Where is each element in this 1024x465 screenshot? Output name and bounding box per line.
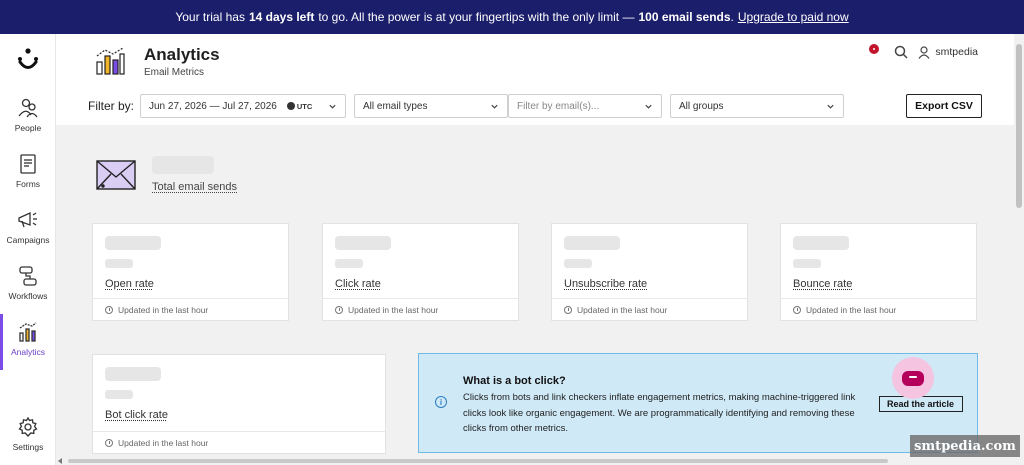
metric-footer: Updated in the last hour — [323, 298, 518, 320]
filter-label: Filter by: — [88, 99, 135, 113]
metric-footer: Updated in the last hour — [781, 298, 976, 320]
email-type-value: All email types — [363, 100, 428, 112]
bot-info-title: What is a bot click? — [463, 375, 566, 387]
metric-sub-skeleton — [793, 259, 821, 268]
clock-icon — [335, 305, 343, 314]
analytics-icon — [19, 322, 37, 342]
metric-footer: Updated in the last hour — [552, 298, 747, 320]
main-content: Analytics Email Metrics smtpedia Filter … — [56, 34, 1014, 465]
banner-days-left: 14 days left — [248, 10, 315, 24]
sidebar-item-analytics[interactable]: Analytics — [0, 314, 56, 370]
username: smtpedia — [935, 46, 978, 58]
clock-icon — [793, 305, 801, 314]
metric-value-skeleton — [335, 236, 391, 250]
sidebar-item-forms[interactable]: Forms — [0, 146, 56, 202]
chevron-down-icon — [827, 104, 834, 109]
scroll-left-arrow-icon[interactable] — [58, 458, 62, 464]
metric-sub-skeleton — [564, 259, 592, 268]
sidebar-label-settings: Settings — [12, 442, 44, 452]
metric-card-open-rate: Open rate Updated in the last hour — [92, 223, 289, 321]
info-icon: i — [435, 396, 447, 408]
metric-name: Unsubscribe rate — [564, 278, 648, 290]
forms-icon — [20, 154, 36, 174]
clock-icon — [105, 438, 113, 447]
upgrade-link[interactable]: Upgrade to paid now — [738, 10, 849, 24]
date-range-picker[interactable]: Jun 27, 2026 — Jul 27, 2026 UTC — [140, 94, 346, 118]
sidebar-item-people[interactable]: People — [0, 90, 56, 146]
megaphone-icon — [18, 211, 37, 228]
email-filter-input[interactable]: Filter by email(s)... — [508, 94, 662, 118]
email-type-select[interactable]: All email types — [354, 94, 508, 118]
banner-text-1: Your trial has — [175, 10, 245, 24]
scrollbar-thumb[interactable] — [1016, 44, 1022, 208]
bot-info-body: Clicks from bots and link checkers infla… — [463, 392, 856, 434]
banner-text-3: . — [730, 10, 734, 24]
clock-icon — [564, 305, 572, 314]
metric-card-bot-click-rate: Bot click rate Updated in the last hour — [92, 354, 386, 454]
total-email-sends-label: Total email sends — [152, 181, 237, 193]
metric-name: Click rate — [335, 278, 381, 290]
sidebar-label-forms: Forms — [15, 179, 41, 189]
workflow-icon — [19, 266, 37, 286]
filter-row: Filter by: — [88, 94, 142, 118]
search-icon[interactable] — [894, 45, 908, 59]
user-menu[interactable]: smtpedia — [918, 45, 978, 59]
metric-name: Open rate — [105, 278, 154, 290]
trial-banner: Your trial has 14 days left to go. All t… — [0, 0, 1024, 34]
sidebar-label-people: People — [14, 123, 42, 133]
metric-footer: Updated in the last hour — [93, 431, 385, 453]
sidebar-item-campaigns[interactable]: Campaigns — [0, 202, 56, 258]
metric-sub-skeleton — [105, 390, 133, 399]
banner-limit: 100 email sends — [638, 10, 731, 24]
notification-bell-icon[interactable] — [868, 44, 884, 60]
metric-card-click-rate: Click rate Updated in the last hour — [322, 223, 519, 321]
sidebar-item-workflows[interactable]: Workflows — [0, 258, 56, 314]
read-article-button[interactable]: Read the article — [879, 396, 963, 412]
watermark: smtpedia.com — [910, 435, 1020, 457]
sidebar-label-analytics: Analytics — [10, 347, 45, 357]
email-filter-placeholder: Filter by email(s)... — [517, 100, 600, 112]
metric-sub-skeleton — [335, 259, 363, 268]
metric-value-skeleton — [564, 236, 620, 250]
metric-value-skeleton — [793, 236, 849, 250]
chevron-down-icon — [645, 104, 652, 109]
metric-card-bounce-rate: Bounce rate Updated in the last hour — [780, 223, 977, 321]
sidebar-label-workflows: Workflows — [8, 291, 48, 301]
sidebar-item-settings[interactable]: Settings — [0, 409, 56, 465]
envelope-icon — [96, 160, 136, 190]
horizontal-scrollbar-thumb[interactable] — [68, 459, 888, 463]
chevron-down-icon — [329, 104, 336, 109]
chat-launcher[interactable] — [892, 357, 934, 399]
chevron-down-icon — [491, 104, 498, 109]
app-logo-icon[interactable] — [16, 47, 40, 73]
metric-name: Bounce rate — [793, 278, 853, 290]
banner-text-2: to go. All the power is at your fingerti… — [318, 10, 635, 24]
people-icon — [18, 98, 38, 118]
analytics-header-icon — [96, 47, 125, 75]
metric-value-skeleton — [105, 367, 161, 381]
sidebar: People Forms Campaigns Workflows Analyti… — [0, 34, 56, 465]
horizontal-scrollbar[interactable] — [56, 457, 1014, 465]
metric-sub-skeleton — [105, 259, 133, 268]
groups-value: All groups — [679, 100, 724, 112]
vertical-scrollbar[interactable] — [1014, 34, 1024, 465]
metric-name: Bot click rate — [105, 409, 168, 421]
metric-value-skeleton — [105, 236, 161, 250]
total-sends-skeleton — [152, 156, 214, 174]
page-title: Analytics — [144, 45, 220, 64]
groups-select[interactable]: All groups — [670, 94, 844, 118]
user-icon — [918, 45, 930, 59]
export-csv-button[interactable]: Export CSV — [906, 94, 982, 118]
metric-footer: Updated in the last hour — [93, 298, 288, 320]
page-subtitle: Email Metrics — [144, 67, 205, 78]
timezone-badge: UTC — [286, 102, 312, 111]
metric-card-unsubscribe-rate: Unsubscribe rate Updated in the last hou… — [551, 223, 748, 321]
header-actions: smtpedia — [868, 44, 978, 60]
clock-icon — [105, 305, 113, 314]
sidebar-label-campaigns: Campaigns — [6, 235, 50, 245]
date-range-value: Jun 27, 2026 — Jul 27, 2026 — [149, 100, 277, 112]
gear-icon — [18, 416, 38, 437]
chat-icon — [902, 370, 924, 386]
globe-icon — [286, 102, 295, 110]
